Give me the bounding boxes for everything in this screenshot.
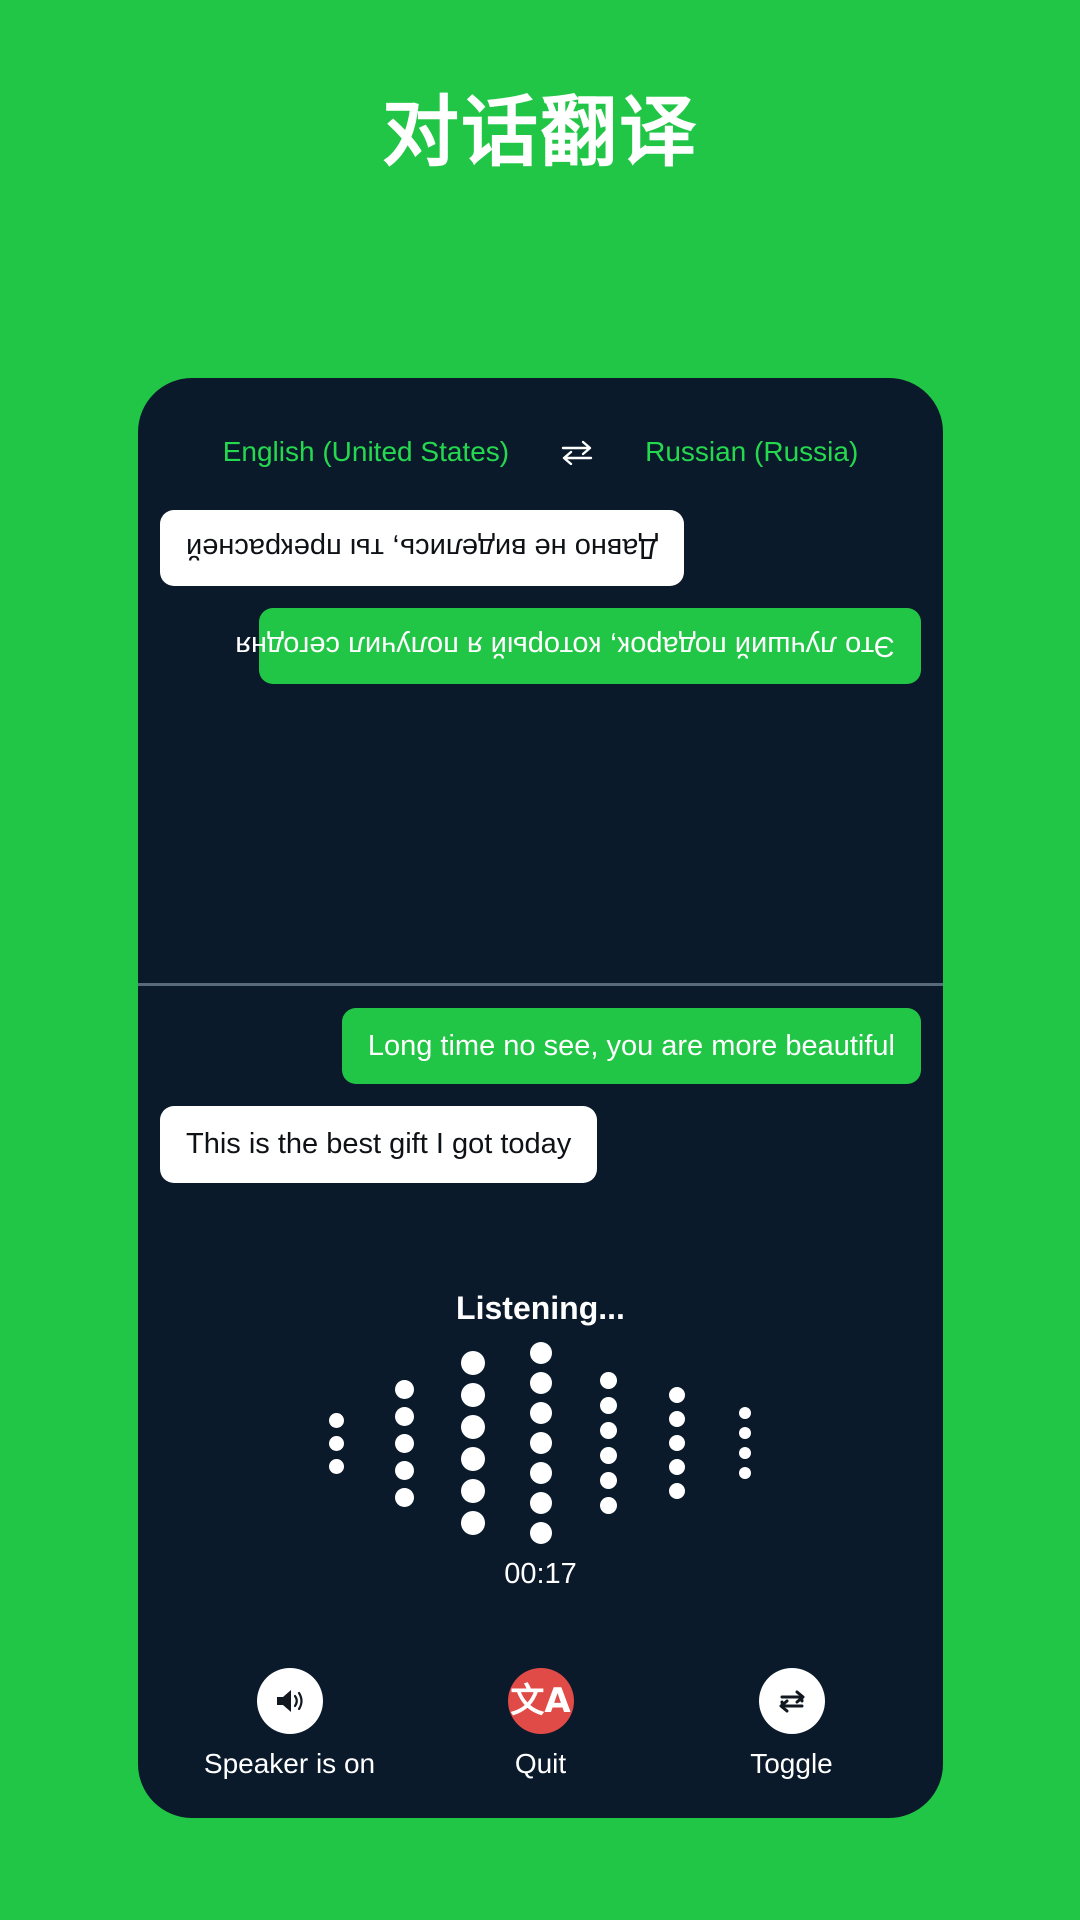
waveform-column <box>711 1403 779 1483</box>
target-language-selector[interactable]: Russian (Russia) <box>645 436 858 468</box>
swap-horizontal-icon[interactable] <box>559 437 595 467</box>
waveform-dot <box>395 1379 414 1399</box>
local-conversation-pane: Long time no see, you are more beautiful… <box>138 986 943 1266</box>
phone-panel: English (United States) Russian (Russia)… <box>138 378 943 1818</box>
message-bubble-local-1[interactable]: Long time no see, you are more beautiful <box>341 1008 921 1085</box>
speaker-toggle-button[interactable]: Speaker is on <box>175 1668 405 1780</box>
app-root: 对话翻译 English (United States) Russian (Ru… <box>0 0 1080 1920</box>
waveform-dot <box>600 1447 617 1464</box>
waveform-dot <box>668 1483 685 1499</box>
waveform-column <box>643 1383 711 1503</box>
toggle-label: Toggle <box>750 1748 833 1779</box>
translate-icon: 文A <box>507 1668 574 1734</box>
remote-conversation-pane: Это лучший подарок, который я получил се… <box>138 474 943 979</box>
waveform-dot <box>668 1459 685 1475</box>
toggle-button[interactable]: Toggle <box>677 1668 907 1780</box>
waveform-dot <box>529 1462 552 1484</box>
waveform-dot <box>529 1402 552 1424</box>
quit-button[interactable]: 文A Quit <box>426 1668 656 1780</box>
waveform-dot <box>460 1479 485 1503</box>
message-row: Long time no see, you are more beautiful <box>160 1008 921 1085</box>
translate-glyph: 文A <box>510 1681 571 1721</box>
waveform-dot <box>460 1447 485 1471</box>
waveform-dot <box>600 1472 617 1489</box>
waveform-dot <box>600 1372 617 1389</box>
waveform-dot <box>329 1435 344 1451</box>
waveform-dot <box>529 1372 552 1394</box>
speaker-toggle-label: Speaker is on <box>203 1748 376 1779</box>
waveform-column <box>507 1338 575 1548</box>
listening-status-text: Listening... <box>456 1290 625 1326</box>
page-title: 对话翻译 <box>382 89 698 178</box>
waveform-dot <box>329 1412 344 1428</box>
message-bubble-remote-2[interactable]: Давно не виделись, ты прекрасней <box>160 510 685 587</box>
waveform-column <box>371 1376 439 1511</box>
waveform-dot <box>460 1511 485 1535</box>
waveform-dot <box>395 1433 414 1453</box>
waveform-column <box>303 1409 371 1478</box>
waveform-dot <box>529 1432 552 1454</box>
message-bubble-local-2[interactable]: This is the best gift I got today <box>160 1106 598 1183</box>
toggle-swap-icon <box>758 1668 825 1734</box>
waveform-dot <box>329 1458 344 1474</box>
waveform-dot <box>460 1383 485 1407</box>
waveform-dot <box>600 1422 617 1439</box>
message-bubble-remote-1[interactable]: Это лучший подарок, который я получил се… <box>235 608 921 685</box>
waveform-dot <box>460 1415 485 1439</box>
waveform-dot <box>529 1342 552 1364</box>
message-row: Давно не виделись, ты прекрасней <box>160 510 921 587</box>
waveform-dot <box>395 1487 414 1507</box>
waveform-dot <box>668 1387 685 1403</box>
control-bar: Speaker is on 文A Quit Toggle <box>138 1668 943 1780</box>
waveform-dot <box>460 1351 485 1375</box>
waveform-dot <box>738 1407 751 1419</box>
waveform-dot <box>738 1427 751 1439</box>
waveform-dot <box>529 1492 552 1514</box>
waveform-dot <box>738 1447 751 1459</box>
waveform-column <box>439 1347 507 1539</box>
recording-timer: 00:17 <box>504 1558 577 1590</box>
waveform-dot <box>529 1522 552 1544</box>
waveform-dot <box>668 1435 685 1451</box>
source-language-selector[interactable]: English (United States) <box>223 436 509 468</box>
waveform-dot <box>395 1406 414 1426</box>
message-row: Это лучший подарок, который я получил се… <box>160 608 921 685</box>
waveform-dot <box>738 1467 751 1479</box>
speaker-on-icon <box>256 1668 323 1734</box>
audio-waveform-visualizer <box>138 1342 943 1544</box>
waveform-dot <box>668 1411 685 1427</box>
quit-label: Quit <box>514 1748 567 1779</box>
waveform-dot <box>600 1497 617 1514</box>
language-bar: English (United States) Russian (Russia) <box>138 430 943 474</box>
waveform-dot <box>600 1397 617 1414</box>
message-row: This is the best gift I got today <box>160 1106 921 1183</box>
waveform-column <box>575 1368 643 1518</box>
waveform-dot <box>395 1460 414 1480</box>
